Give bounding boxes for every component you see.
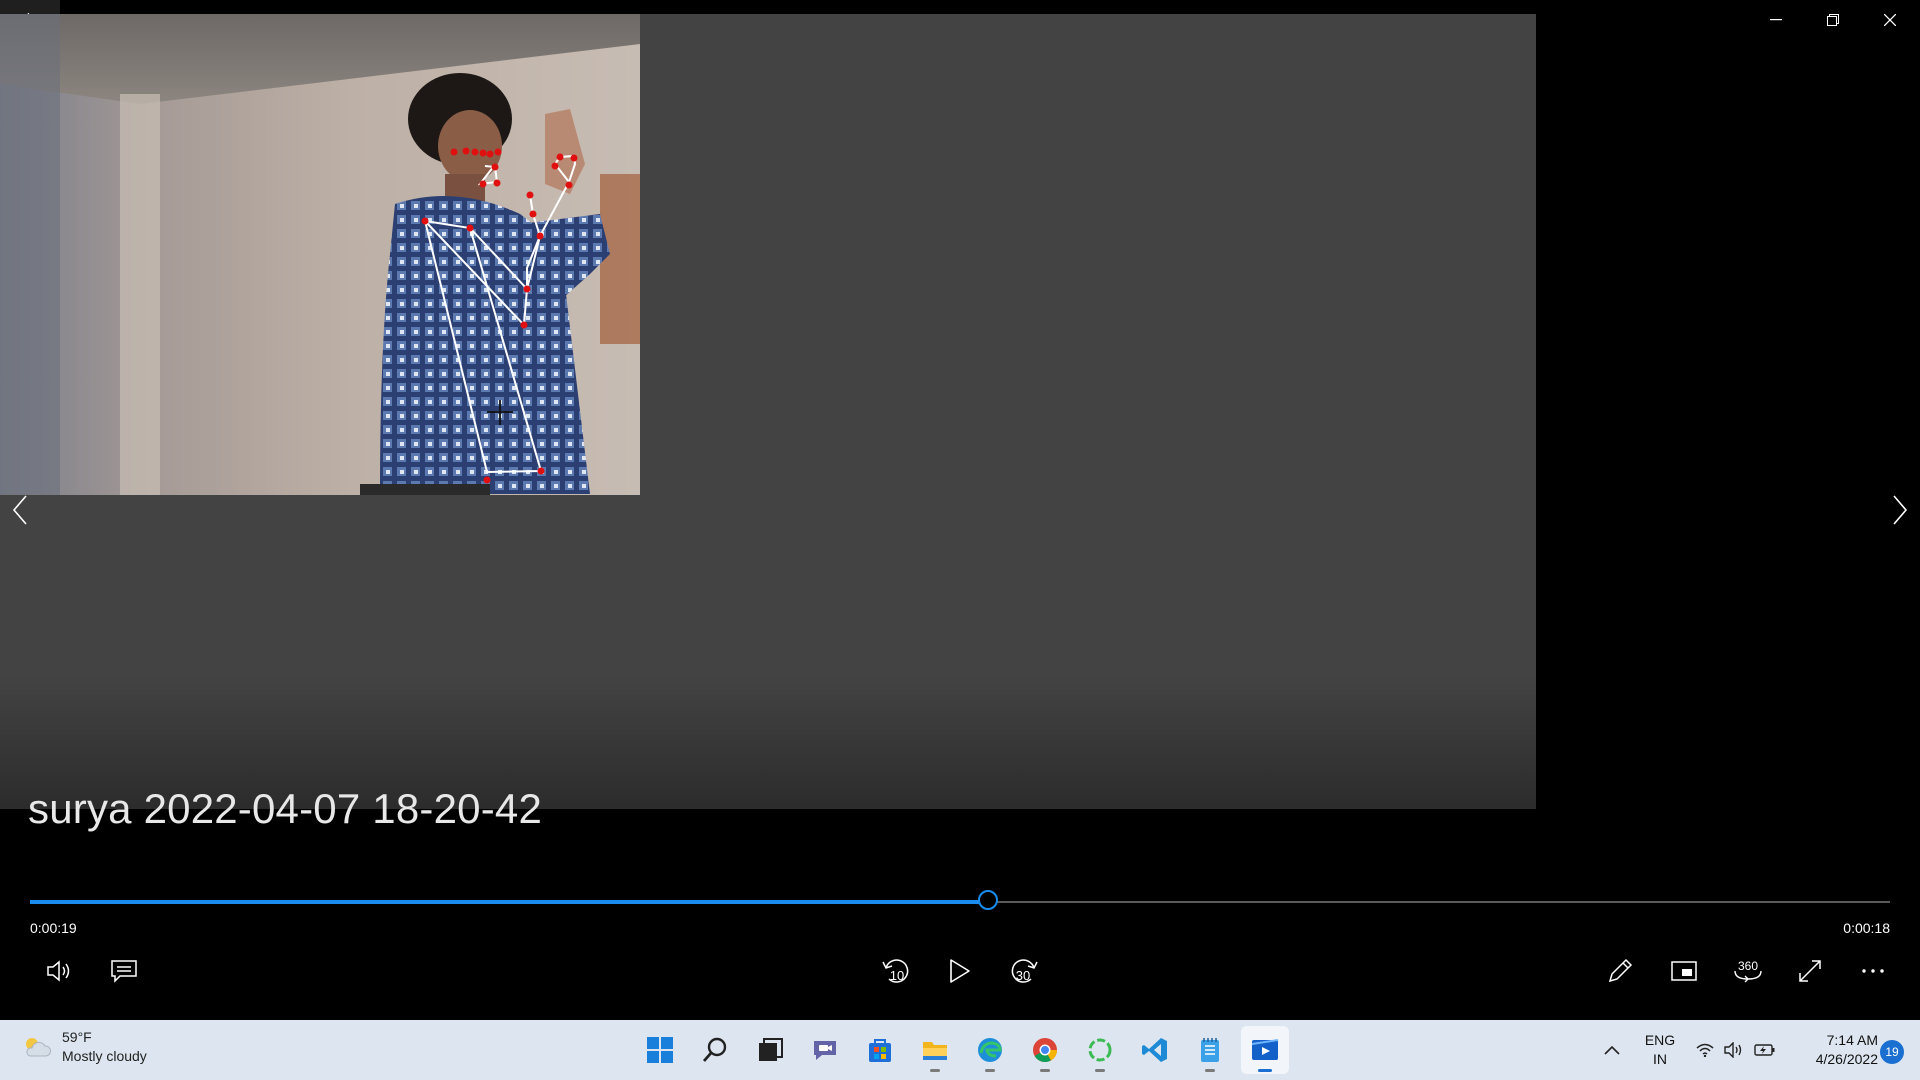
clock[interactable]: 7:14 AM 4/26/2022 [1790,1020,1878,1080]
microsoft-store-button[interactable] [856,1026,904,1074]
skip-back-icon: 10 [882,959,909,983]
minimize-button[interactable] [1748,0,1804,40]
restore-button[interactable] [1805,0,1861,40]
chrome-icon [1033,1038,1057,1063]
weather-condition: Mostly cloudy [62,1048,147,1064]
seek-thumb[interactable] [977,890,998,910]
captions-button[interactable] [101,951,147,991]
start-button[interactable] [636,1026,684,1074]
view-360-button[interactable]: 360 [1725,951,1771,991]
mini-view-icon [1671,961,1697,981]
video-title: surya 2022-04-07 18-20-42 [28,785,543,832]
edge-icon [978,1038,1002,1062]
taskbar-apps [636,1026,1296,1074]
movies-tv-icon [1251,1039,1279,1060]
view-360-icon: 360 [1734,959,1762,983]
skip-forward-button[interactable]: 30 [1001,951,1047,991]
task-view-button[interactable] [746,1026,794,1074]
cloudy-weather-icon [26,1038,52,1057]
video-viewport[interactable] [0,14,1536,809]
teams-chat-icon [814,1041,836,1060]
input-language[interactable]: ENG IN [1645,1020,1675,1080]
wifi-status[interactable] [1696,1020,1714,1080]
next-button[interactable] [1880,485,1920,535]
play-button[interactable] [937,951,983,991]
edit-button[interactable] [1597,951,1643,991]
chevron-left-icon [12,495,27,525]
clock-time: 7:14 AM [1826,1032,1878,1048]
microsoft-store-icon [869,1039,891,1062]
task-view-icon [759,1038,783,1061]
file-explorer-icon [923,1042,947,1060]
close-button[interactable] [1862,0,1918,40]
skip-forward-icon: 30 [1011,959,1038,983]
skip-back-button[interactable]: 10 [873,951,919,991]
battery-status[interactable] [1754,1020,1776,1080]
view-360-label: 360 [1738,959,1758,973]
play-icon [950,959,970,983]
video-frame [0,14,640,495]
pencil-icon [1608,958,1633,983]
running-indicator [1095,1069,1105,1072]
elapsed-time: 0:00:19 [30,920,77,936]
fullscreen-icon [1799,960,1821,982]
previous-button[interactable] [0,485,40,535]
restore-icon [1827,14,1839,26]
movies-tv-button[interactable] [1241,1026,1289,1074]
volume-icon [47,960,70,982]
notepad-icon [1201,1038,1219,1062]
chevron-up-icon [1604,1045,1620,1055]
notepad-button[interactable] [1186,1026,1234,1074]
language-line2: IN [1653,1051,1667,1067]
windows-start-icon [647,1037,673,1063]
skip-back-seconds: 10 [890,968,904,983]
vscode-button[interactable] [1131,1026,1179,1074]
seek-progress [30,900,988,904]
weather-temperature: 59°F [62,1029,92,1045]
loading-app-icon [1088,1038,1112,1062]
running-indicator [1205,1069,1215,1072]
battery-charging-icon [1754,1044,1775,1056]
more-icon [1862,969,1884,973]
teams-chat-button[interactable] [801,1026,849,1074]
remaining-time: 0:00:18 [1843,920,1890,936]
volume-button[interactable] [37,951,83,991]
loading-app-button[interactable] [1076,1026,1124,1074]
search-button[interactable] [691,1026,739,1074]
running-indicator [1040,1069,1050,1072]
mini-view-button[interactable] [1661,951,1707,991]
minimize-icon [1770,19,1782,21]
more-options-button[interactable] [1850,951,1896,991]
chevron-right-icon [1893,495,1908,525]
close-icon [1884,14,1896,26]
speaker-icon [1724,1042,1742,1058]
taskbar: 59°F Mostly cloudy ENG IN 7:14 AM 4/26/2… [0,1020,1920,1080]
show-hidden-icons-button[interactable] [1604,1020,1620,1080]
clock-date: 4/26/2022 [1815,1051,1878,1067]
running-indicator [930,1069,940,1072]
active-app-indicator [1258,1069,1272,1072]
running-indicator [985,1069,995,1072]
search-icon [702,1037,727,1062]
vscode-icon [1142,1038,1167,1062]
fullscreen-button[interactable] [1787,951,1833,991]
file-explorer-button[interactable] [911,1026,959,1074]
seek-bar[interactable] [30,890,1890,910]
wifi-icon [1696,1043,1714,1057]
skip-forward-seconds: 30 [1016,968,1030,983]
weather-widget[interactable]: 59°F Mostly cloudy [22,1028,147,1066]
captions-icon [111,960,137,983]
edge-button[interactable] [966,1026,1014,1074]
chrome-button[interactable] [1021,1026,1069,1074]
language-line1: ENG [1644,1032,1676,1048]
volume-status[interactable] [1724,1020,1744,1080]
notification-badge[interactable]: 19 [1880,1040,1904,1064]
